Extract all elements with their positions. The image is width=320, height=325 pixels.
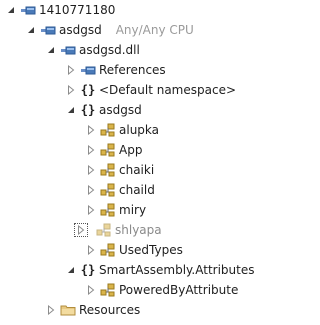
tree-node-references[interactable]: References [66,60,166,80]
class-icon [100,182,116,198]
expanded-arrow-icon[interactable] [66,105,76,115]
tree-node-label: shlyapa [115,223,162,237]
tree-node-label: chaild [119,183,155,197]
tree-node-label: asdgsd [99,103,142,117]
collapsed-arrow-icon[interactable] [66,85,76,95]
collapsed-arrow-icon[interactable] [86,165,96,175]
focus-rect [74,223,88,237]
class-icon [100,162,116,178]
collapsed-arrow-icon[interactable] [86,285,96,295]
class-icon [100,142,116,158]
tree-node-label: miry [119,203,147,217]
tree-node-root[interactable]: 1410771180 [6,0,115,20]
expanded-arrow-icon[interactable] [66,265,76,275]
tree-node-class-shlyapa[interactable]: shlyapa [74,220,162,240]
tree-node-class-chaild[interactable]: chaild [86,180,155,200]
collapsed-arrow-icon[interactable] [46,305,56,315]
expanded-arrow-icon[interactable] [26,25,36,35]
solution-icon [20,2,36,18]
class-icon [96,222,112,238]
collapsed-arrow-icon[interactable] [66,65,76,75]
tree-node-label: Resources [79,303,141,317]
tree-node-default-namespace[interactable]: {} <Default namespace> [66,80,236,100]
tree-view: 1410771180 asdgsd Any/Any CPU asdgsd.dll… [0,0,313,325]
tree-node-label: chaiki [119,163,155,177]
tree-node-label: 1410771180 [39,3,116,17]
project-icon [40,22,56,38]
tree-node-class-chaiki[interactable]: chaiki [86,160,154,180]
namespace-icon: {} [80,263,96,277]
collapsed-arrow-icon[interactable] [86,125,96,135]
class-icon [100,242,116,258]
collapsed-arrow-icon[interactable] [86,205,96,215]
references-icon [80,62,96,78]
collapsed-arrow-icon[interactable] [86,185,96,195]
tree-node-class-miry[interactable]: miry [86,200,146,220]
tree-node-resources[interactable]: Resources [46,300,140,320]
tree-node-label: alupka [119,123,160,137]
tree-node-label: asdgsd [59,23,102,37]
tree-node-label: SmartAssembly.Attributes [99,263,255,277]
class-icon [100,282,116,298]
class-icon [100,122,116,138]
platform-label: Any/Any CPU [115,23,194,37]
collapsed-arrow-icon[interactable] [86,245,96,255]
tree-node-class-poweredbyattribute[interactable]: PoweredByAttribute [86,280,238,300]
tree-node-class-alupka[interactable]: alupka [86,120,159,140]
tree-node-class-usedtypes[interactable]: UsedTypes [86,240,183,260]
tree-node-label: References [99,63,166,77]
tree-node-label: PoweredByAttribute [119,283,239,297]
assembly-icon [60,42,76,58]
folder-icon [60,302,76,318]
tree-node-label: App [119,143,143,157]
expanded-arrow-icon[interactable] [46,45,56,55]
tree-node-label: <Default namespace> [99,83,237,97]
tree-node-assembly[interactable]: asdgsd.dll [46,40,140,60]
namespace-icon: {} [80,103,96,117]
namespace-icon: {} [80,83,96,97]
collapsed-arrow-icon[interactable] [86,145,96,155]
class-icon [100,202,116,218]
tree-node-namespace-attributes[interactable]: {} SmartAssembly.Attributes [66,260,254,280]
tree-node-project[interactable]: asdgsd Any/Any CPU [26,20,194,40]
tree-node-label: asdgsd.dll [79,43,140,57]
tree-node-namespace-asdgsd[interactable]: {} asdgsd [66,100,142,120]
tree-node-label: UsedTypes [119,243,183,257]
tree-node-class-app[interactable]: App [86,140,142,160]
expanded-arrow-icon[interactable] [6,5,16,15]
